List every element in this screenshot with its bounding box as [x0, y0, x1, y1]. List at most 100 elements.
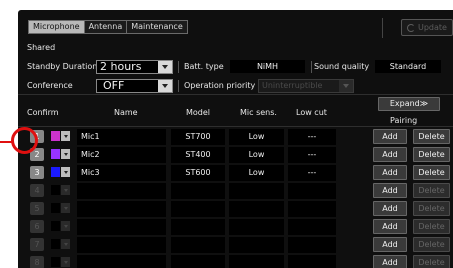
name-field[interactable] — [77, 219, 166, 235]
divider — [178, 61, 179, 73]
mic-sens-value — [229, 201, 284, 217]
mic-sens-value: Low — [229, 165, 284, 181]
delete-button[interactable]: Delete — [413, 237, 450, 252]
color-select-button[interactable] — [61, 131, 70, 141]
color-select-button[interactable] — [61, 167, 70, 177]
color-select-button[interactable] — [61, 149, 70, 159]
chevron-down-icon — [63, 152, 68, 156]
table-row: 3 Mic3 ST600 Low --- Add Delete — [18, 164, 453, 181]
operation-priority-value: Uninterruptible — [259, 80, 339, 92]
color-select-button[interactable] — [61, 221, 70, 231]
confirm-button[interactable]: 3 — [30, 166, 44, 179]
name-field[interactable] — [77, 255, 166, 268]
add-button[interactable]: Add — [373, 255, 407, 268]
tab-microphone[interactable]: Microphone — [29, 21, 85, 33]
color-select-button[interactable] — [61, 203, 70, 213]
table-row: 6 Add Delete — [18, 218, 453, 235]
add-button[interactable]: Add — [373, 237, 407, 252]
delete-button[interactable]: Delete — [413, 147, 450, 162]
add-button[interactable]: Add — [373, 129, 407, 144]
model-value: ST400 — [171, 147, 225, 163]
delete-button[interactable]: Delete — [413, 183, 450, 198]
chevron-down-icon — [339, 80, 353, 92]
low-cut-value — [288, 219, 336, 235]
confirm-button[interactable]: 7 — [30, 238, 44, 251]
color-swatch — [51, 167, 60, 177]
batt-type-value: NiMH — [230, 60, 305, 73]
model-header: Model — [186, 108, 211, 117]
table-header-divider — [18, 126, 453, 127]
confirm-button[interactable]: 6 — [30, 220, 44, 233]
delete-button[interactable]: Delete — [413, 201, 450, 216]
color-swatch — [51, 131, 60, 141]
model-value — [171, 219, 225, 235]
delete-button[interactable]: Delete — [413, 165, 450, 180]
section-divider — [18, 94, 453, 95]
conference-select[interactable]: OFF — [96, 79, 173, 93]
callout-highlight-ring — [11, 127, 38, 154]
pairing-header: Pairing — [390, 116, 418, 125]
chevron-down-icon — [63, 206, 68, 210]
table-row: 7 Add Delete — [18, 236, 453, 253]
confirm-button[interactable]: 8 — [30, 256, 44, 268]
table-row: 5 Add Delete — [18, 200, 453, 217]
low-cut-value — [288, 255, 336, 268]
low-cut-value — [288, 237, 336, 253]
sound-quality-label: Sound quality — [314, 62, 370, 71]
microphone-settings-panel: Microphone Antenna Maintenance Update Sh… — [18, 10, 453, 268]
conference-value: OFF — [97, 80, 158, 92]
tab-antenna[interactable]: Antenna — [84, 21, 128, 33]
divider — [311, 61, 312, 73]
tab-maintenance[interactable]: Maintenance — [127, 21, 187, 33]
name-field[interactable] — [77, 237, 166, 253]
confirm-button[interactable]: 5 — [30, 202, 44, 215]
table-row: 8 Add Delete — [18, 254, 453, 268]
add-button[interactable]: Add — [373, 183, 407, 198]
mic-sens-value — [229, 237, 284, 253]
mic-sens-value — [229, 219, 284, 235]
mic-sens-value — [229, 183, 284, 199]
delete-button[interactable]: Delete — [413, 219, 450, 234]
name-field[interactable]: Mic3 — [77, 165, 166, 181]
chevron-down-icon — [63, 224, 68, 228]
color-select-button[interactable] — [61, 257, 70, 267]
name-field[interactable] — [77, 183, 166, 199]
expand-button[interactable]: Expand≫ — [378, 97, 440, 111]
update-button[interactable]: Update — [401, 19, 453, 36]
name-field[interactable]: Mic1 — [77, 129, 166, 145]
model-value — [171, 255, 225, 268]
add-button[interactable]: Add — [373, 201, 407, 216]
delete-button[interactable]: Delete — [413, 255, 450, 268]
color-swatch — [51, 239, 60, 249]
standby-duration-select[interactable]: 2 hours — [96, 60, 173, 74]
add-button[interactable]: Add — [373, 165, 407, 180]
model-value: ST700 — [171, 129, 225, 145]
color-swatch — [51, 221, 60, 231]
color-select-button[interactable] — [61, 239, 70, 249]
sound-quality-value: Standard — [375, 60, 441, 73]
add-button[interactable]: Add — [373, 147, 407, 162]
model-value — [171, 183, 225, 199]
mic-sens-header: Mic sens. — [240, 108, 277, 117]
add-button[interactable]: Add — [373, 219, 407, 234]
mic-sens-value: Low — [229, 147, 284, 163]
low-cut-value: --- — [288, 129, 336, 145]
chevron-down-icon — [158, 80, 172, 92]
confirm-header: Confirm — [27, 108, 59, 117]
name-field[interactable] — [77, 201, 166, 217]
operation-priority-select[interactable]: Uninterruptible — [258, 79, 354, 93]
delete-button[interactable]: Delete — [413, 129, 450, 144]
color-select-button[interactable] — [61, 185, 70, 195]
confirm-button[interactable]: 4 — [30, 184, 44, 197]
chevron-down-icon — [63, 134, 68, 138]
model-value — [171, 201, 225, 217]
name-field[interactable]: Mic2 — [77, 147, 166, 163]
name-header: Name — [114, 108, 138, 117]
tab-bar: Microphone Antenna Maintenance — [28, 20, 188, 34]
low-cut-value — [288, 201, 336, 217]
model-value — [171, 237, 225, 253]
table-row: 1 Mic1 ST700 Low --- Add Delete — [18, 128, 453, 145]
color-swatch — [51, 257, 60, 267]
color-swatch — [51, 149, 60, 159]
mic-sens-value: Low — [229, 129, 284, 145]
